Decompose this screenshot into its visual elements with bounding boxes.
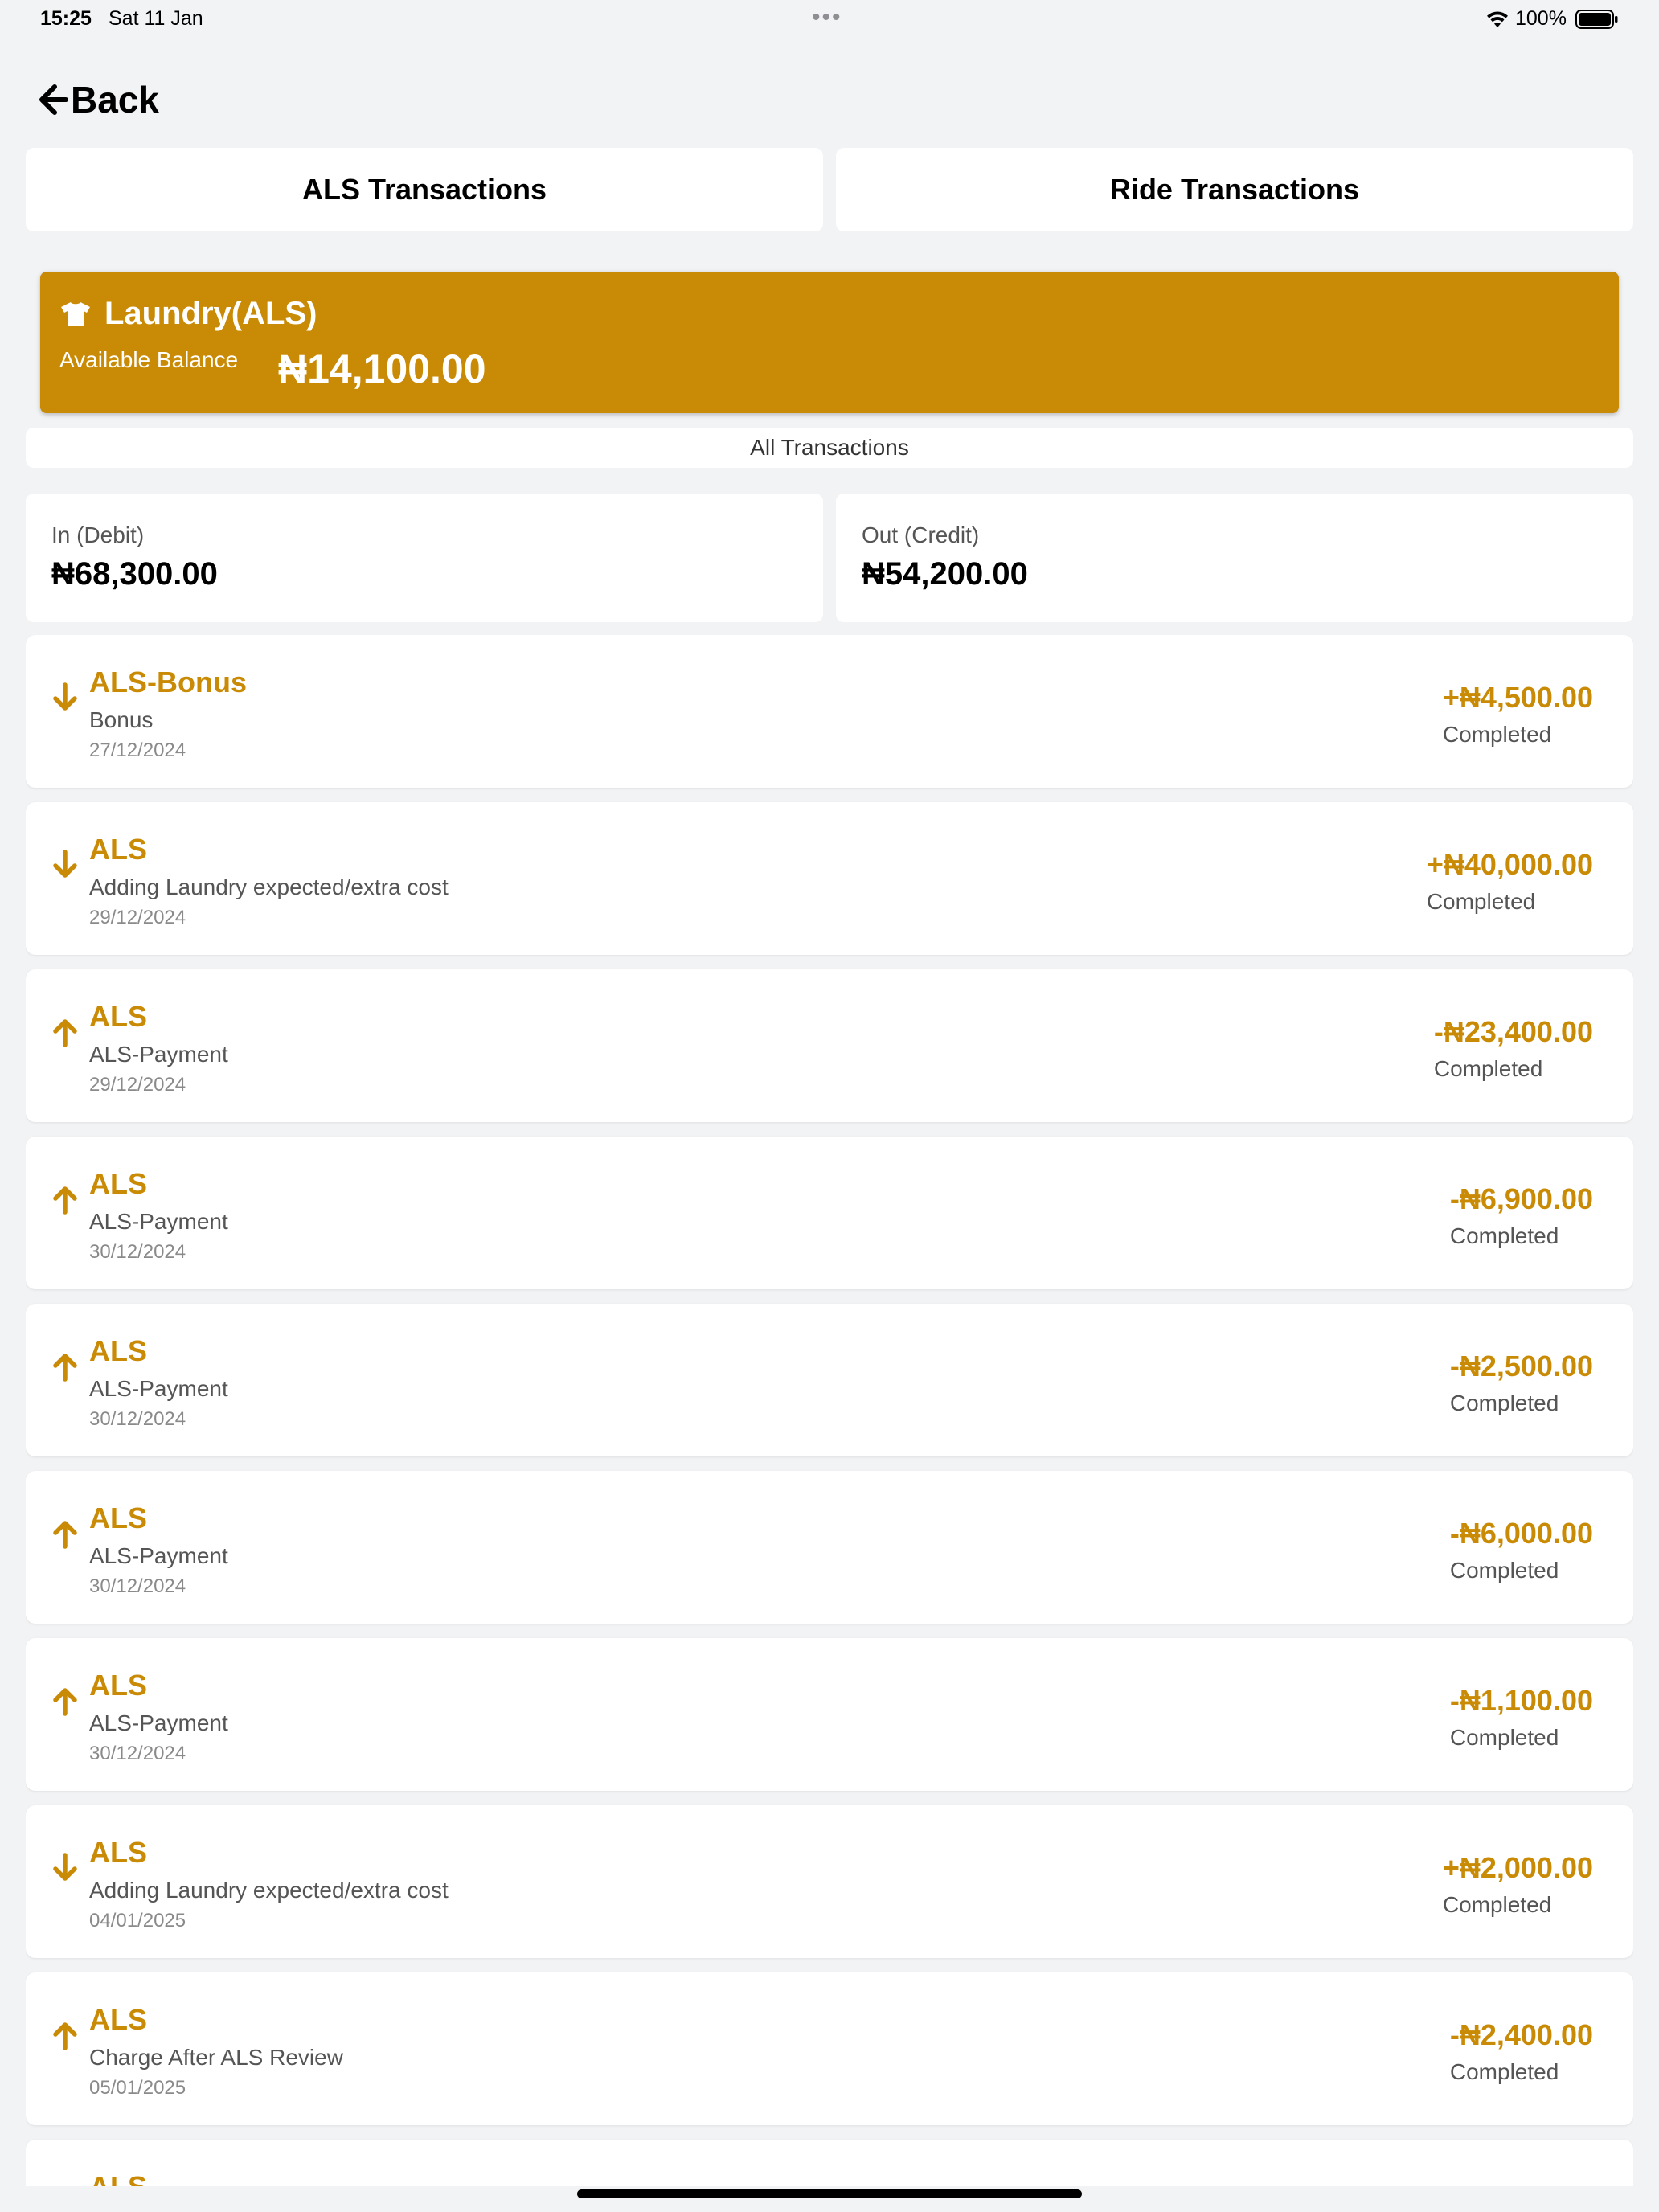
arrow-left-icon (39, 84, 68, 116)
transaction-description: Adding Laundry expected/extra cost (89, 1878, 449, 1903)
summary-in-card: In (Debit) ₦68,300.00 (26, 494, 823, 622)
transaction-description: Bonus (89, 707, 154, 732)
transaction-title: ALS (89, 2003, 147, 2036)
status-bar: 15:25 Sat 11 Jan ••• 100% (0, 0, 1659, 40)
transaction-row[interactable]: ALS ALS-Payment 30/12/2024 -₦6,000.00 Co… (26, 1471, 1633, 1624)
transaction-amount: -₦2,500.00 (1449, 1350, 1593, 1382)
transaction-description: ALS-Payment (89, 1543, 228, 1568)
arrow-up-icon (51, 1350, 79, 1387)
transaction-description: ALS-Payment (89, 1042, 228, 1067)
transaction-amount: +₦4,500.00 (1442, 681, 1593, 714)
transaction-date: 30/12/2024 (89, 1743, 186, 1764)
transaction-title: ALS (89, 1501, 147, 1534)
transaction-row[interactable]: ALS ALS-Payment 30/12/2024 -₦1,100.00 Co… (26, 1638, 1633, 1791)
transaction-status: Completed (1426, 889, 1536, 914)
transaction-title: ALS (89, 1167, 147, 1200)
transaction-amount: -₦2,400.00 (1449, 2018, 1593, 2051)
transaction-title: ALS-Bonus (89, 666, 247, 698)
transaction-title: ALS (89, 833, 147, 866)
transaction-status: Completed (1433, 1056, 1543, 1081)
transaction-status: Completed (1449, 1391, 1559, 1415)
transaction-status: Completed (1449, 1223, 1559, 1248)
status-date: Sat 11 Jan (109, 7, 203, 30)
transaction-row[interactable]: ALS ALS-Payment 30/12/2024 -₦2,500.00 Co… (26, 1304, 1633, 1456)
battery-icon (1575, 10, 1619, 33)
status-time: 15:25 (40, 7, 92, 30)
transaction-amount: -₦1,100.00 (1449, 1684, 1593, 1717)
arrow-down-icon (51, 849, 79, 885)
transaction-title: ALS (89, 1000, 147, 1033)
transaction-description: ALS-Payment (89, 1376, 228, 1401)
arrow-up-icon (51, 1518, 79, 1554)
transaction-row[interactable]: ALS Charge After ALS Review 05/01/2025 -… (26, 1972, 1633, 2125)
all-transactions-filter[interactable]: All Transactions (26, 428, 1633, 468)
transaction-row[interactable]: ALS Adding Laundry expected/extra cost 2… (26, 802, 1633, 955)
transaction-date: 29/12/2024 (89, 1074, 186, 1096)
arrow-up-icon (51, 1016, 79, 1052)
battery-percent: 100% (1515, 7, 1567, 30)
transaction-row[interactable]: ALS ALS-Payment 30/12/2024 -₦6,900.00 Co… (26, 1137, 1633, 1289)
transaction-title: ALS (89, 1669, 147, 1702)
transaction-status: Completed (1449, 1725, 1559, 1750)
transaction-date: 30/12/2024 (89, 1575, 186, 1597)
transaction-list[interactable]: ALS-Bonus Bonus 27/12/2024 +₦4,500.00 Co… (26, 635, 1633, 2186)
available-balance-label: Available Balance (59, 347, 239, 372)
transaction-row[interactable]: ALS (26, 2140, 1633, 2186)
summary-out-card: Out (Credit) ₦54,200.00 (836, 494, 1633, 622)
transaction-date: 04/01/2025 (89, 1910, 186, 1931)
multitasking-dots-icon[interactable]: ••• (812, 6, 842, 30)
transaction-row[interactable]: ALS-Bonus Bonus 27/12/2024 +₦4,500.00 Co… (26, 635, 1633, 788)
arrow-down-icon (51, 682, 79, 718)
transaction-row[interactable]: ALS ALS-Payment 29/12/2024 -₦23,400.00 C… (26, 969, 1633, 1122)
transaction-date: 30/12/2024 (89, 1241, 186, 1263)
transaction-description: Adding Laundry expected/extra cost (89, 875, 449, 899)
summary-out-amount: ₦54,200.00 (862, 556, 1028, 592)
transaction-status: Completed (1449, 1558, 1559, 1583)
arrow-up-icon (51, 2019, 79, 2055)
transaction-amount: -₦6,900.00 (1449, 1182, 1593, 1215)
transaction-title: ALS (89, 1836, 147, 1869)
summary-out-label: Out (Credit) (862, 522, 980, 547)
tab-als-transactions[interactable]: ALS Transactions (26, 148, 823, 231)
transaction-description: ALS-Payment (89, 1209, 228, 1234)
transaction-amount: -₦23,400.00 (1433, 1015, 1593, 1048)
summary-in-amount: ₦68,300.00 (51, 556, 218, 592)
tshirt-icon (59, 301, 92, 330)
tab-ride-transactions[interactable]: Ride Transactions (836, 148, 1633, 231)
summary-in-label: In (Debit) (51, 522, 145, 547)
arrow-up-icon (51, 1685, 79, 1721)
transaction-date: 29/12/2024 (89, 907, 186, 928)
back-label: Back (71, 79, 159, 121)
transaction-status: Completed (1442, 1892, 1552, 1917)
transaction-status: Completed (1449, 2059, 1559, 2084)
transaction-date: 05/01/2025 (89, 2077, 186, 2099)
wifi-icon (1485, 10, 1509, 33)
transaction-amount: +₦40,000.00 (1426, 848, 1593, 881)
transaction-description: Charge After ALS Review (89, 2045, 343, 2070)
balance-title: Laundry(ALS) (104, 296, 317, 331)
transaction-date: 27/12/2024 (89, 739, 186, 761)
balance-card: Laundry(ALS) Available Balance ₦14,100.0… (40, 272, 1619, 413)
transaction-amount: +₦2,000.00 (1442, 1851, 1593, 1884)
back-button[interactable]: Back (39, 74, 159, 125)
transaction-date: 30/12/2024 (89, 1408, 186, 1430)
transaction-status: Completed (1442, 722, 1552, 747)
transaction-amount: -₦6,000.00 (1449, 1517, 1593, 1550)
transaction-row[interactable]: ALS Adding Laundry expected/extra cost 0… (26, 1805, 1633, 1958)
transaction-description: ALS-Payment (89, 1710, 228, 1735)
available-balance-amount: ₦14,100.00 (278, 346, 486, 391)
home-indicator[interactable] (577, 2189, 1082, 2198)
arrow-up-icon (51, 1183, 79, 1219)
transaction-title: ALS (89, 1334, 147, 1367)
arrow-down-icon (51, 1852, 79, 1888)
transaction-title: ALS (89, 2170, 147, 2186)
